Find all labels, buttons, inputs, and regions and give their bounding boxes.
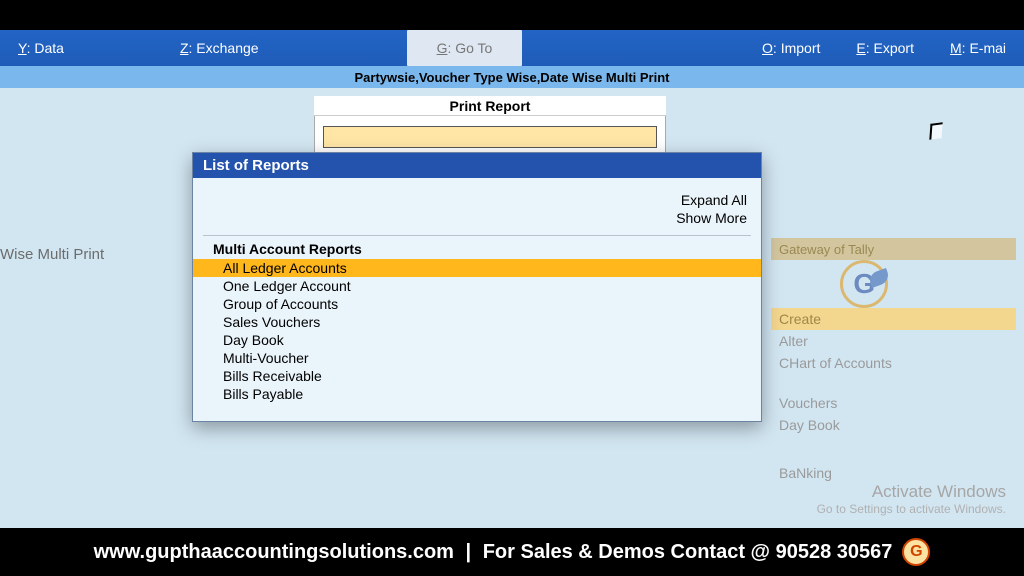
gateway-item-daybook[interactable]: Day Book <box>771 414 1016 436</box>
background-breadcrumb: Wise Multi Print <box>0 246 104 263</box>
menu-exchange[interactable]: Z: Exchange <box>162 30 277 66</box>
report-list: All Ledger AccountsOne Ledger AccountGro… <box>193 259 761 403</box>
gateway-header: Gateway of Tally <box>771 238 1016 260</box>
gateway-gap <box>771 436 1016 462</box>
subheader: Partywsie,Voucher Type Wise,Date Wise Mu… <box>0 66 1024 88</box>
menubar: Y: Data Z: Exchange G: Go To O: Import E… <box>0 30 1024 66</box>
activate-windows-watermark: Activate Windows Go to Settings to activ… <box>817 482 1006 516</box>
report-item[interactable]: Bills Payable <box>193 385 761 403</box>
menu-import[interactable]: O: Import <box>744 30 838 66</box>
list-of-reports-popup: List of Reports Expand All Show More Mul… <box>192 152 762 422</box>
report-group-header: Multi Account Reports <box>193 236 761 259</box>
footer-logo-icon: G <box>902 538 930 566</box>
menu-key: M <box>950 40 962 56</box>
footer-url: www.gupthaaccountingsolutions.com <box>94 541 454 563</box>
report-item[interactable]: Group of Accounts <box>193 295 761 313</box>
report-item[interactable]: Bills Receivable <box>193 367 761 385</box>
gateway-item-create[interactable]: Create <box>771 308 1016 330</box>
gateway-gap <box>771 374 1016 392</box>
menu-email[interactable]: M: E-mai <box>932 30 1024 66</box>
report-item[interactable]: All Ledger Accounts <box>193 259 761 277</box>
report-item[interactable]: Sales Vouchers <box>193 313 761 331</box>
menu-label: Exchange <box>196 40 258 56</box>
menu-label: Data <box>34 40 64 56</box>
menu-key: E <box>856 40 865 56</box>
menu-key: Y <box>18 40 27 56</box>
watermark-title: Activate Windows <box>817 482 1006 502</box>
show-more-link[interactable]: Show More <box>207 210 747 228</box>
gateway-item-banking[interactable]: BaNking <box>771 462 1016 484</box>
report-item[interactable]: Multi-Voucher <box>193 349 761 367</box>
gateway-panel: Gateway of Tally Create Alter CHart of A… <box>771 238 1016 484</box>
menu-export[interactable]: E: Export <box>838 30 932 66</box>
menu-key: Z <box>180 40 189 56</box>
gateway-item-vouchers[interactable]: Vouchers <box>771 392 1016 414</box>
gateway-item-alter[interactable]: Alter <box>771 330 1016 352</box>
report-search-input[interactable] <box>323 126 657 148</box>
menu-key: O <box>762 40 773 56</box>
menu-label: Export <box>874 40 914 56</box>
report-item[interactable]: One Ledger Account <box>193 277 761 295</box>
app-window: Y: Data Z: Exchange G: Go To O: Import E… <box>0 30 1024 528</box>
popup-header: List of Reports <box>193 153 761 178</box>
report-item[interactable]: Day Book <box>193 331 761 349</box>
menu-label: Go To <box>455 40 492 56</box>
menu-key: G <box>437 40 448 56</box>
workspace: Wise Multi Print G GUPTHA ACCOUNTING SOL… <box>0 88 1024 528</box>
dialog-title: Print Report <box>314 96 666 116</box>
menu-label: Import <box>781 40 821 56</box>
letterbox-top <box>0 0 1024 30</box>
menu-data[interactable]: Y: Data <box>0 30 82 66</box>
watermark-sub: Go to Settings to activate Windows. <box>817 502 1006 516</box>
gateway-item-chart[interactable]: CHart of Accounts <box>771 352 1016 374</box>
footer-pitch: For Sales & Demos Contact @ 90528 30567 <box>483 541 893 563</box>
expand-all-link[interactable]: Expand All <box>207 192 747 210</box>
menu-label: E-mai <box>969 40 1006 56</box>
footer-banner: www.gupthaaccountingsolutions.com | For … <box>0 528 1024 576</box>
menu-goto[interactable]: G: Go To <box>407 30 523 66</box>
mouse-cursor-icon <box>930 123 946 145</box>
